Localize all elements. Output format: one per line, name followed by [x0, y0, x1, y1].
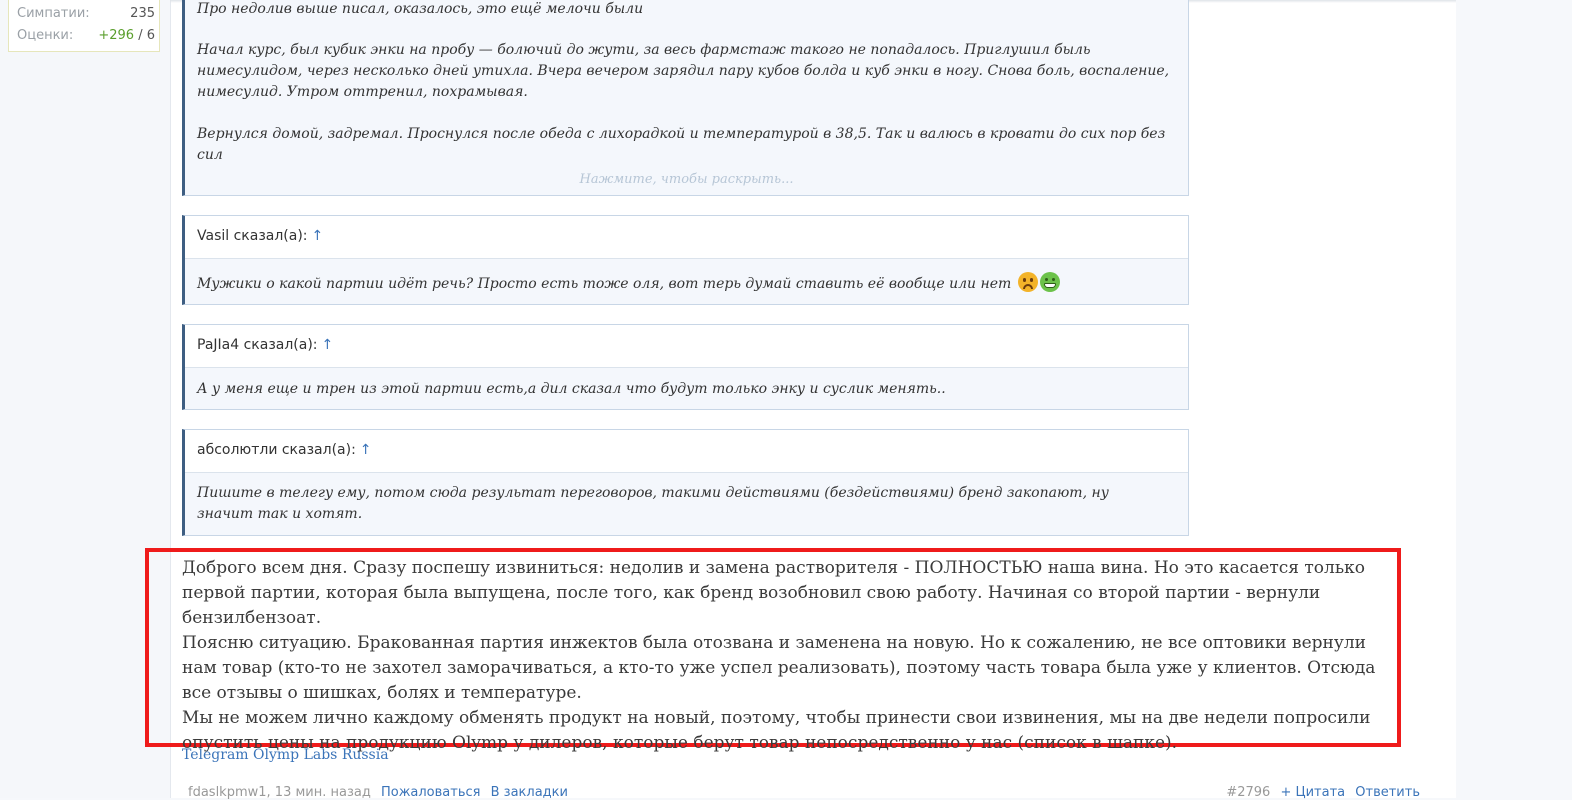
quote-expand-link[interactable]: Нажмите, чтобы раскрыть... — [185, 172, 1188, 187]
quote-2-author-text: Vasil сказал(а): — [197, 228, 308, 244]
reply-paragraph-1: Доброго всем дня. Сразу поспешу извинить… — [182, 558, 1365, 628]
stat-likes: Симпатии: 235 — [17, 6, 155, 21]
quote-2-goto-arrow-icon[interactable]: ↑ — [312, 228, 324, 244]
stat-likes-value: 235 — [130, 6, 155, 21]
quote-block-4: абсолютли сказал(а): ↑ Пишите в телегу ем… — [182, 429, 1189, 536]
stat-ratings-label: Оценки: — [17, 28, 74, 43]
quote-2-header: Vasil сказал(а): ↑ — [185, 216, 1188, 259]
quote-1-paragraph-3: Вернулся домой, задремал. Проснулся посл… — [197, 126, 1166, 163]
signature-telegram-link[interactable]: Telegram Olymp Labs Russia — [182, 747, 389, 763]
quote-3-goto-arrow-icon[interactable]: ↑ — [322, 337, 334, 353]
quote-3-author-text: PaJIa4 сказал(а): — [197, 337, 318, 353]
quote-3-author: PaJIa4 сказал(а): ↑ — [197, 337, 333, 353]
stat-ratings-value: +296 / 6 — [98, 28, 155, 43]
quote-2-text: Мужики о какой партии идёт речь? Просто … — [197, 276, 1012, 292]
quote-2-author: Vasil сказал(а): ↑ — [197, 228, 323, 244]
quote-3-body: А у меня еще и трен из этой партии есть,… — [197, 381, 946, 397]
quote-4-author-text: абсолютли сказал(а): — [197, 442, 356, 458]
stat-ratings-positive: +296 — [98, 28, 135, 43]
stat-ratings-rest: / 6 — [134, 28, 155, 43]
user-stats-box: Симпатии: 235 Оценки: +296 / 6 — [8, 0, 160, 52]
quote-block-3: PaJIa4 сказал(а): ↑ А у меня еще и трен и… — [182, 324, 1189, 410]
stat-ratings: Оценки: +296 / 6 — [17, 28, 155, 43]
quote-block-2: Vasil сказал(а): ↑ Мужики о какой партии … — [182, 215, 1189, 305]
quote-block-1: Про недолив выше писал, оказалось, это е… — [182, 0, 1189, 196]
reply-paragraph-2: Поясню ситуацию. Бракованная партия инже… — [182, 633, 1376, 703]
post-reply-text: Доброго всем дня. Сразу поспешу извинить… — [182, 556, 1377, 756]
quote-1-paragraph-1: Про недолив выше писал, оказалось, это е… — [197, 1, 644, 17]
quote-2-body: Мужики о какой партии идёт речь? Просто … — [197, 272, 1168, 295]
quote-1-paragraph-2: Начал курс, был кубик энки на пробу — бо… — [197, 42, 1170, 100]
stat-likes-label: Симпатии: — [17, 6, 90, 21]
quote-4-body: Пишите в телегу ему, потом сюда результа… — [197, 485, 1109, 522]
quote-4-author: абсолютли сказал(а): ↑ — [197, 442, 372, 458]
quote-4-goto-arrow-icon[interactable]: ↑ — [360, 442, 372, 458]
quote-3-header: PaJIa4 сказал(а): ↑ — [185, 325, 1188, 368]
right-margin — [1456, 0, 1572, 798]
grinning-face-emoji-icon — [1039, 272, 1060, 292]
sad-face-emoji-icon — [1017, 272, 1038, 292]
quote-4-header: абсолютли сказал(а): ↑ — [185, 430, 1188, 473]
